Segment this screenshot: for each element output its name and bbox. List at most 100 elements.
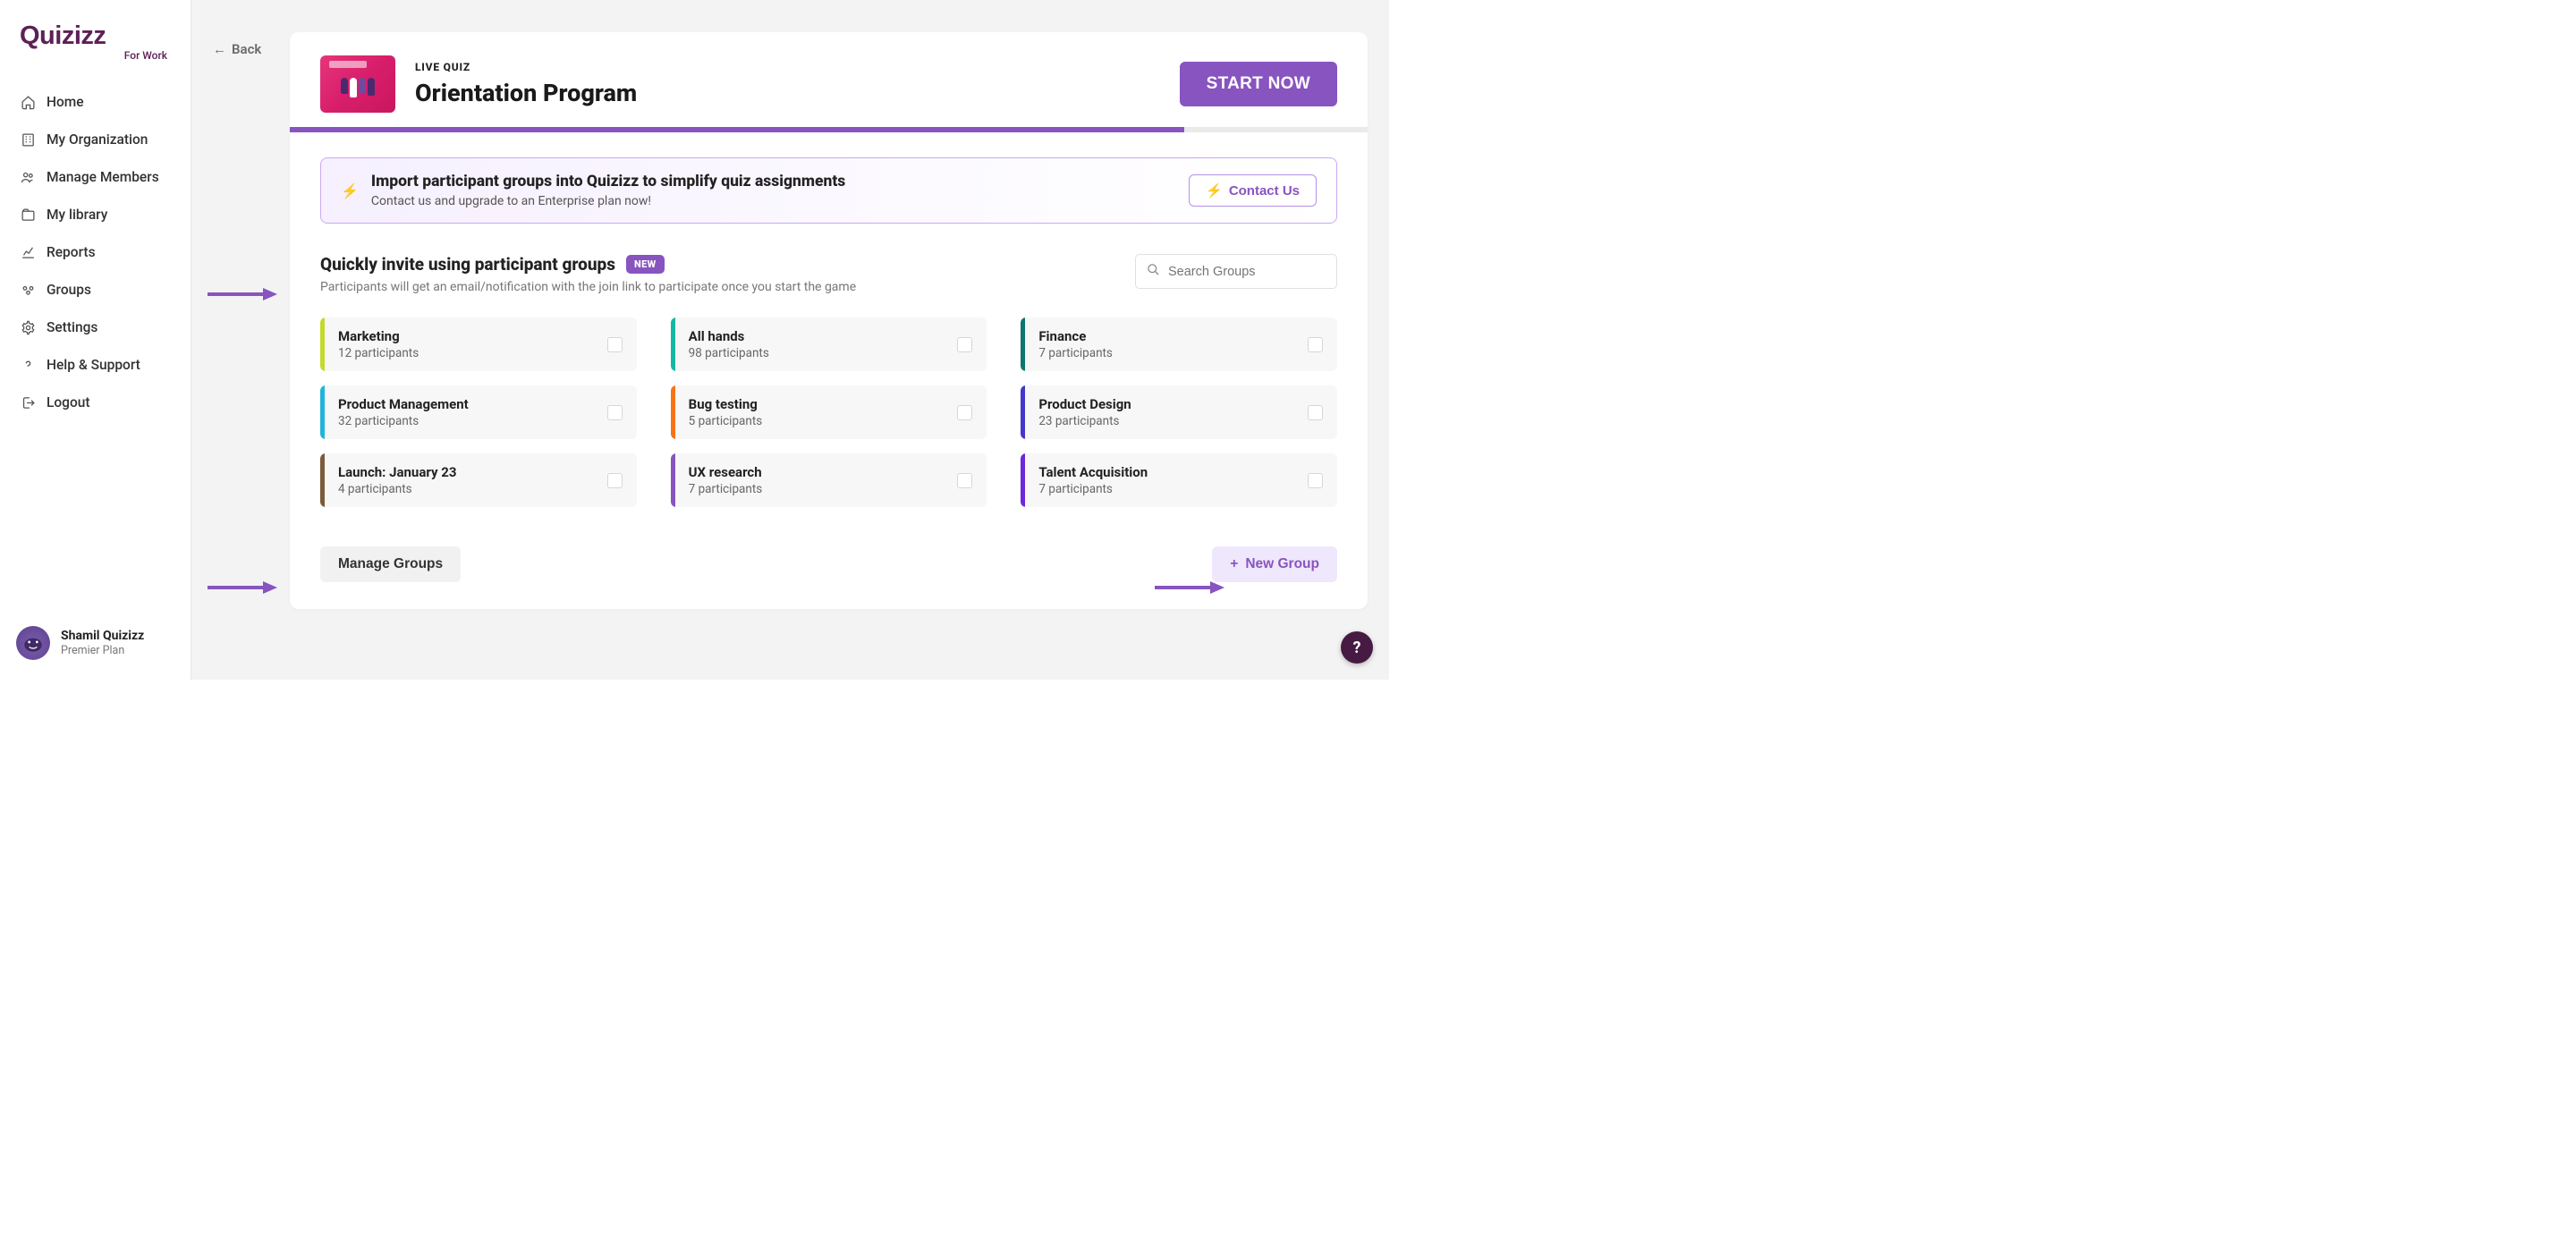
contact-us-label: Contact Us <box>1229 183 1300 199</box>
promo-subtitle: Contact us and upgrade to an Enterprise … <box>371 194 1176 208</box>
sidebar-item-home[interactable]: Home <box>0 83 191 121</box>
group-color-stripe <box>1021 317 1025 371</box>
manage-groups-button[interactable]: Manage Groups <box>320 546 461 582</box>
section-subtitle: Participants will get an email/notificat… <box>320 280 1121 294</box>
new-badge: NEW <box>626 255 665 274</box>
group-checkbox[interactable] <box>1308 405 1323 420</box>
brand-subline: For Work <box>124 49 171 62</box>
settings-icon <box>20 319 36 335</box>
group-checkbox[interactable] <box>1308 337 1323 352</box>
group-checkbox[interactable] <box>607 473 623 488</box>
group-participants: 7 participants <box>689 482 949 496</box>
sidebar-item-manage-members[interactable]: Manage Members <box>0 158 191 196</box>
progress-bar <box>290 127 1368 132</box>
group-card[interactable]: Finance7 participants <box>1021 317 1337 371</box>
progress-fill <box>290 127 1184 132</box>
group-checkbox[interactable] <box>607 405 623 420</box>
arrow-left-icon: ← <box>213 41 226 57</box>
group-participants: 23 participants <box>1038 414 1299 428</box>
building-icon <box>20 131 36 148</box>
section-title: Quickly invite using participant groups <box>320 254 615 275</box>
content-card: LIVE QUIZ Orientation Program START NOW … <box>290 32 1368 609</box>
search-groups[interactable] <box>1135 254 1337 289</box>
new-group-button[interactable]: + New Group <box>1212 546 1337 582</box>
section-header: Quickly invite using participant groups … <box>320 254 1337 294</box>
group-participants: 5 participants <box>689 414 949 428</box>
logout-icon <box>20 394 36 410</box>
group-card[interactable]: All hands 98 participants <box>671 317 987 371</box>
annotation-arrow <box>206 286 277 302</box>
avatar <box>16 626 50 660</box>
group-checkbox[interactable] <box>957 337 972 352</box>
group-color-stripe <box>320 453 325 507</box>
group-name: Launch: January 23 <box>338 464 598 480</box>
back-label: Back <box>232 41 261 57</box>
groups-grid: Marketing 12 participants All hands 98 part… <box>320 317 1337 507</box>
quiz-thumbnail <box>320 55 395 113</box>
group-name: Product Design <box>1038 396 1299 412</box>
home-icon <box>20 94 36 110</box>
library-icon <box>20 207 36 223</box>
sidebar-item-label: Logout <box>47 394 90 410</box>
sidebar: Quizizz For Work Home My Organization Ma… <box>0 0 191 680</box>
sidebar-item-label: Home <box>47 94 84 110</box>
members-icon <box>20 169 36 185</box>
group-checkbox[interactable] <box>1308 473 1323 488</box>
group-card[interactable]: UX research7 participants <box>671 453 987 507</box>
sidebar-nav: Home My Organization Manage Members My l… <box>0 83 191 617</box>
group-name: Bug testing <box>689 396 949 412</box>
bolt-icon: ⚡ <box>1206 182 1223 199</box>
group-name: Marketing <box>338 328 598 344</box>
question-icon: ? <box>1353 639 1361 657</box>
group-card[interactable]: Product Design 23 participants <box>1021 385 1337 439</box>
group-name: Finance <box>1038 328 1299 344</box>
sidebar-item-settings[interactable]: Settings <box>0 309 191 346</box>
group-checkbox[interactable] <box>957 473 972 488</box>
sidebar-item-label: Manage Members <box>47 169 159 185</box>
group-card[interactable]: Product Management 32 participants <box>320 385 637 439</box>
group-participants: 32 participants <box>338 414 598 428</box>
sidebar-item-label: My Organization <box>47 131 148 148</box>
sidebar-item-label: My library <box>47 207 107 223</box>
help-icon <box>20 357 36 373</box>
group-checkbox[interactable] <box>957 405 972 420</box>
search-icon <box>1147 263 1160 280</box>
search-input[interactable] <box>1168 265 1335 279</box>
annotation-arrow <box>206 579 277 596</box>
help-bubble[interactable]: ? <box>1341 631 1373 664</box>
quiz-kicker: LIVE QUIZ <box>415 61 1160 73</box>
group-card[interactable]: Launch: January 234 participants <box>320 453 637 507</box>
start-now-button[interactable]: START NOW <box>1180 62 1337 106</box>
sidebar-item-groups[interactable]: Groups <box>0 271 191 309</box>
sidebar-item-logout[interactable]: Logout <box>0 384 191 421</box>
promo-banner: ⚡ Import participant groups into Quizizz… <box>320 157 1337 224</box>
group-participants: 98 participants <box>689 346 949 360</box>
group-color-stripe <box>671 385 675 439</box>
group-card[interactable]: Marketing 12 participants <box>320 317 637 371</box>
group-participants: 12 participants <box>338 346 598 360</box>
group-checkbox[interactable] <box>607 337 623 352</box>
user-name: Shamil Quizizz <box>61 629 144 643</box>
group-card[interactable]: Talent Acquisition7 participants <box>1021 453 1337 507</box>
sidebar-item-help[interactable]: Help & Support <box>0 346 191 384</box>
group-color-stripe <box>671 317 675 371</box>
contact-us-button[interactable]: ⚡ Contact Us <box>1189 174 1317 207</box>
back-button[interactable]: ← Back <box>213 41 261 57</box>
group-name: All hands <box>689 328 949 344</box>
main-area: ← Back LIVE QUIZ Orientation Program STA… <box>191 0 1389 680</box>
plus-icon: + <box>1230 556 1238 572</box>
user-plan: Premier Plan <box>61 644 144 657</box>
sidebar-item-library[interactable]: My library <box>0 196 191 233</box>
group-card[interactable]: Bug testing 5 participants <box>671 385 987 439</box>
quiz-title: Orientation Program <box>415 79 1160 107</box>
user-block[interactable]: Shamil Quizizz Premier Plan <box>0 617 191 669</box>
brand-logo[interactable]: Quizizz For Work <box>0 16 191 78</box>
sidebar-item-label: Settings <box>47 319 97 335</box>
sidebar-item-label: Groups <box>47 282 91 298</box>
sidebar-item-reports[interactable]: Reports <box>0 233 191 271</box>
groups-icon <box>20 282 36 298</box>
footer-row: Manage Groups + New Group <box>320 546 1337 582</box>
promo-title: Import participant groups into Quizizz t… <box>371 173 1176 190</box>
group-name: Product Management <box>338 396 598 412</box>
sidebar-item-organization[interactable]: My Organization <box>0 121 191 158</box>
